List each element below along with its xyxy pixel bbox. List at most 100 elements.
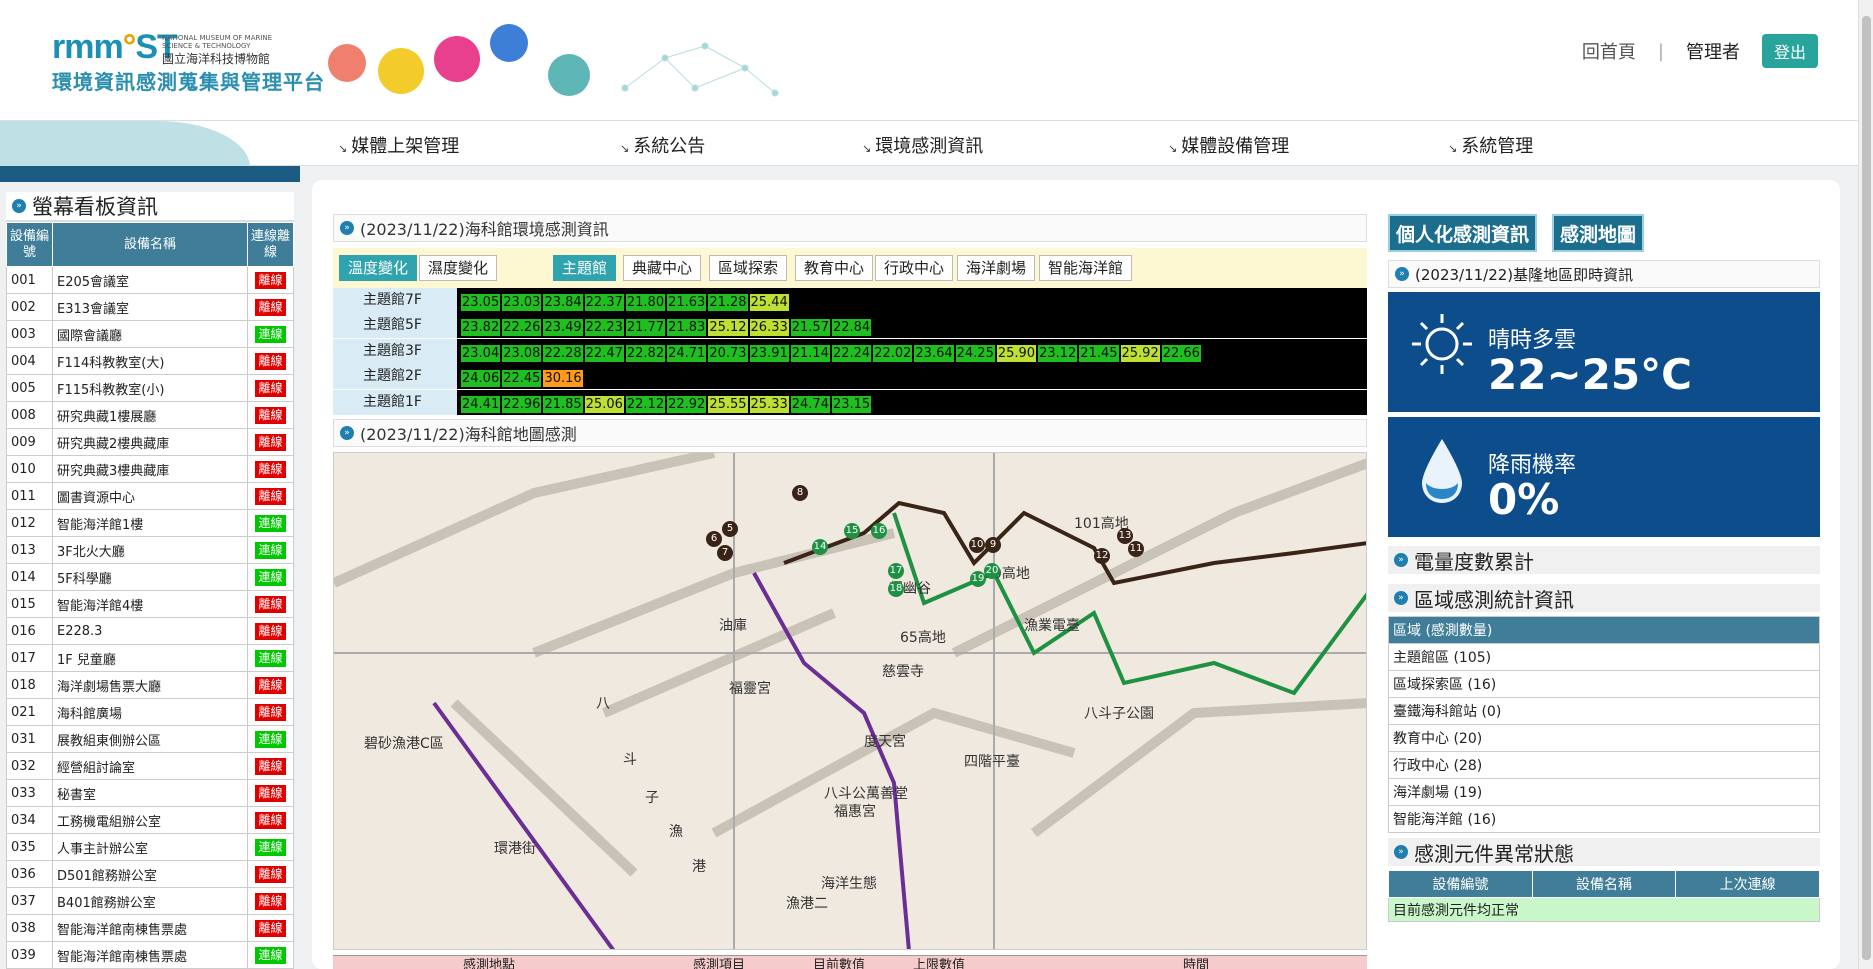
zone-item[interactable]: 臺鐵海科館站 (0) [1388,697,1820,725]
sensor-value[interactable]: 21.57 [790,319,830,337]
table-row[interactable]: 033 秘書室 離線 [6,779,294,807]
sensor-value[interactable]: 22.47 [584,344,624,362]
sensor-value[interactable]: 22.37 [584,294,624,311]
table-row[interactable]: 039 智能海洋館南棟售票處 連線 [6,941,294,969]
sensor-value[interactable]: 24.41 [461,395,501,413]
sensor-value[interactable]: 20.73 [708,344,748,362]
sensor-value[interactable]: 22.82 [625,344,666,362]
table-row[interactable]: 010 研究典藏3樓典藏庫 離線 [6,455,294,483]
sensor-value[interactable]: 22.45 [502,370,542,388]
table-row[interactable]: 009 研究典藏2樓典藏庫 離線 [6,428,294,456]
sensor-value[interactable]: 23.12 [1038,344,1078,362]
table-row[interactable]: 018 海洋劇場售票大廳 離線 [6,671,294,699]
table-row[interactable]: 038 智能海洋館南棟售票處 離線 [6,914,294,942]
nav-media-devices[interactable]: 媒體設備管理 [1168,132,1289,158]
table-row[interactable]: 001 E205會議室 離線 [6,266,294,294]
nav-media-publish[interactable]: 媒體上架管理 [338,132,459,158]
sensor-value[interactable]: 23.04 [461,344,501,362]
sensor-value[interactable]: 22.92 [667,395,707,413]
map-marker[interactable]: 6 [706,531,722,547]
sensor-value[interactable]: 24.25 [955,344,995,362]
sensor-value[interactable]: 23.05 [461,294,501,311]
map-marker[interactable]: 5 [722,521,738,537]
table-row[interactable]: 015 智能海洋館4樓 離線 [6,590,294,618]
map-marker[interactable]: 8 [792,485,808,501]
home-link[interactable]: 回首頁 [1582,38,1636,64]
sensing-map[interactable]: 101高地 80高地 望幽谷 65高地 漁業電臺 油庫 福靈宮 慈雲寺 度天宮 四階平臺 八斗子公園… [333,452,1367,950]
sensor-value[interactable]: 21.83 [667,319,707,337]
sensor-value[interactable]: 26.33 [749,319,789,337]
table-row[interactable]: 004 F114科教教室(大) 離線 [6,347,294,375]
tab-zone-exploration[interactable]: 區域探索 [709,255,788,281]
sensor-value[interactable]: 22.12 [625,395,666,413]
map-marker[interactable]: 14 [812,539,828,555]
table-row[interactable]: 021 海科館廣場 離線 [6,698,294,726]
sensor-value[interactable]: 21.28 [708,294,748,311]
nav-env-sensing[interactable]: 環境感測資訊 [862,132,983,158]
sensor-value[interactable]: 23.03 [502,294,542,311]
map-marker[interactable]: 13 [1117,528,1133,544]
zone-item[interactable]: 主題館區 (105) [1388,643,1820,671]
sensor-value[interactable]: 22.66 [1161,344,1201,362]
map-marker[interactable]: 11 [1128,541,1144,557]
sensor-value[interactable]: 21.45 [1079,344,1119,362]
sensor-value[interactable]: 25.12 [708,319,748,337]
sensor-value[interactable]: 21.80 [625,294,666,311]
sensor-value[interactable]: 23.64 [914,344,954,362]
tab-temperature[interactable]: 溫度變化 [339,255,418,281]
table-row[interactable]: 011 圖書資源中心 離線 [6,482,294,510]
personal-sensing-button[interactable]: 個人化感測資訊 [1388,214,1538,252]
sensor-value[interactable]: 25.33 [749,395,789,413]
table-row[interactable]: 008 研究典藏1樓展廳 離線 [6,401,294,429]
table-row[interactable]: 013 3F北火大廳 連線 [6,536,294,564]
sensor-value[interactable]: 22.84 [831,319,872,337]
sensor-value[interactable]: 25.90 [996,344,1037,362]
zone-item[interactable]: 區域探索區 (16) [1388,670,1820,698]
table-row[interactable]: 031 展教組東側辦公區 連線 [6,725,294,753]
sensor-value[interactable]: 22.26 [502,319,542,337]
table-row[interactable]: 003 國際會議廳 連線 [6,320,294,348]
table-row[interactable]: 032 經營組討論室 離線 [6,752,294,780]
sensor-value[interactable]: 23.91 [749,344,789,362]
zone-item[interactable]: 智能海洋館 (16) [1388,805,1820,833]
map-marker[interactable]: 9 [985,537,1001,553]
map-marker[interactable]: 7 [717,545,733,561]
sensor-value[interactable]: 22.24 [831,344,872,362]
map-marker[interactable]: 10 [969,537,985,553]
tab-zone-theme[interactable]: 主題館 [553,255,617,281]
map-marker[interactable]: 18 [888,581,904,597]
sensor-value[interactable]: 23.08 [502,344,542,362]
sensor-value[interactable]: 23.49 [543,319,583,337]
logo[interactable]: rmm°ST NATIONAL MUSEUM OF MARINE SCIENCE… [52,30,324,94]
power-header[interactable]: » 電量度數累計 [1388,546,1820,574]
sensor-value[interactable]: 25.55 [708,395,748,413]
sensor-value[interactable]: 22.96 [502,395,542,413]
table-row[interactable]: 002 E313會議室 離線 [6,293,294,321]
sensor-value[interactable]: 21.63 [667,294,707,311]
sensor-value[interactable]: 23.82 [461,319,501,337]
tab-zone-admin[interactable]: 行政中心 [875,255,954,281]
map-marker[interactable]: 12 [1094,548,1110,564]
sensor-value[interactable]: 22.28 [543,344,583,362]
table-row[interactable]: 035 人事主計辦公室 連線 [6,833,294,861]
logout-button[interactable]: 登出 [1761,34,1818,68]
tab-humidity[interactable]: 濕度變化 [419,255,498,281]
sensor-value[interactable]: 25.92 [1120,344,1160,362]
table-row[interactable]: 014 5F科學廳 連線 [6,563,294,591]
sensor-value[interactable]: 24.06 [461,370,501,388]
nav-system-admin[interactable]: 系統管理 [1448,132,1533,158]
table-row[interactable]: 036 D501館務辦公室 離線 [6,860,294,888]
sensor-value[interactable]: 30.16 [543,370,583,388]
tab-zone-smart-ocean[interactable]: 智能海洋館 [1039,255,1133,281]
table-row[interactable]: 017 1F 兒童廳 連線 [6,644,294,672]
table-row[interactable]: 016 E228.3 離線 [6,617,294,645]
sensor-value[interactable]: 24.71 [667,344,707,362]
sensor-value[interactable]: 21.77 [625,319,666,337]
table-row[interactable]: 012 智能海洋館1樓 連線 [6,509,294,537]
tab-zone-theater[interactable]: 海洋劇場 [957,255,1036,281]
tab-zone-education[interactable]: 教育中心 [795,255,874,281]
table-row[interactable]: 037 B401館務辦公室 離線 [6,887,294,915]
sensor-value[interactable]: 21.85 [543,395,583,413]
page-scrollbar[interactable] [1858,0,1873,969]
map-marker[interactable]: 17 [888,563,904,579]
